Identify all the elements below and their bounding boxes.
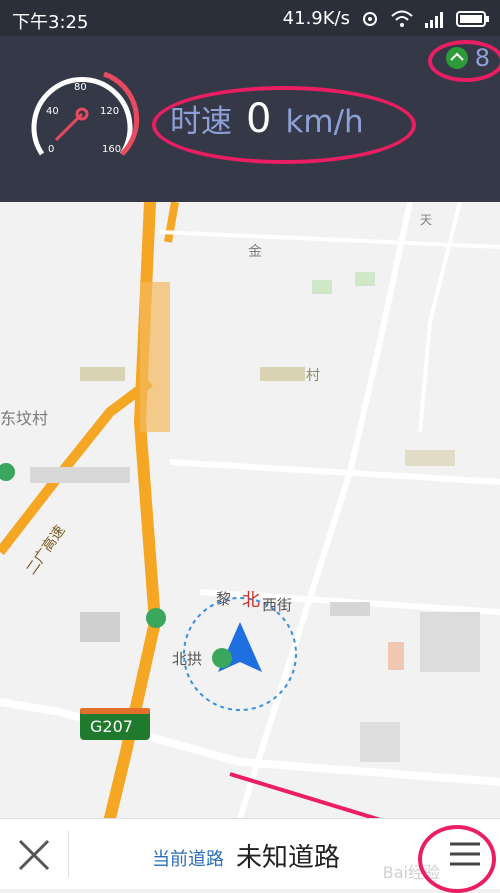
status-right: 41.9K/s: [283, 8, 490, 29]
speedo-tick-80: 80: [74, 82, 87, 93]
speed-label: 时速: [170, 104, 232, 140]
speedometer-icon: 0 40 80 120 160: [31, 71, 140, 156]
current-road-name: 未知道路: [236, 843, 341, 873]
map-label-cun: 村: [306, 368, 320, 384]
map-view[interactable]: 金 天 东坟村 村 二广高速 黎 北 西街 北拱 G207: [0, 202, 500, 818]
map-label-north: 北: [242, 590, 260, 611]
battery-icon: [456, 10, 489, 27]
speed-unit: km/h: [285, 104, 364, 140]
menu-icon[interactable]: [448, 837, 482, 871]
map-label-tian: 天: [420, 213, 432, 227]
network-speed: 41.9K/s: [282, 8, 350, 29]
divider: [68, 831, 69, 877]
map-label-dongfencun: 东坟村: [0, 409, 48, 428]
wifi-icon: [391, 10, 413, 27]
map-label-xijie: 西街: [262, 596, 292, 614]
speedo-tick-160: 160: [102, 144, 121, 155]
speedo-tick-0: 0: [48, 144, 54, 155]
map-canvas: 金 天 东坟村 村 二广高速 黎 北 西街 北拱 G207: [0, 202, 500, 818]
speed-value: 0: [246, 96, 272, 142]
current-road-label: 当前道路: [152, 849, 224, 870]
status-bar: 下午3:25 41.9K/s: [0, 0, 500, 36]
map-label-highway: 二广高速: [22, 522, 68, 578]
satellite-icon: [445, 47, 468, 69]
close-icon[interactable]: [14, 835, 54, 875]
bottom-bar: 当前道路 未知道路 Bai经验: [0, 818, 500, 893]
satellite-count: 8: [474, 44, 490, 72]
speed-header: 0 40 80 120 160 时速 0 km/h 8: [0, 36, 500, 202]
map-label-jin: 金: [248, 244, 262, 260]
speed-readout: 时速 0 km/h: [170, 96, 364, 142]
highway-sign-text: G207: [90, 717, 133, 736]
speedo-tick-120: 120: [100, 106, 119, 117]
speedo-tick-40: 40: [46, 106, 59, 117]
signal-icon: [425, 11, 443, 28]
satellite-status[interactable]: 8: [445, 44, 490, 72]
status-time: 下午3:25: [12, 12, 89, 33]
location-icon: [363, 11, 377, 26]
map-label-li: 黎: [216, 590, 231, 608]
map-label-beigong: 北拱: [172, 650, 202, 668]
